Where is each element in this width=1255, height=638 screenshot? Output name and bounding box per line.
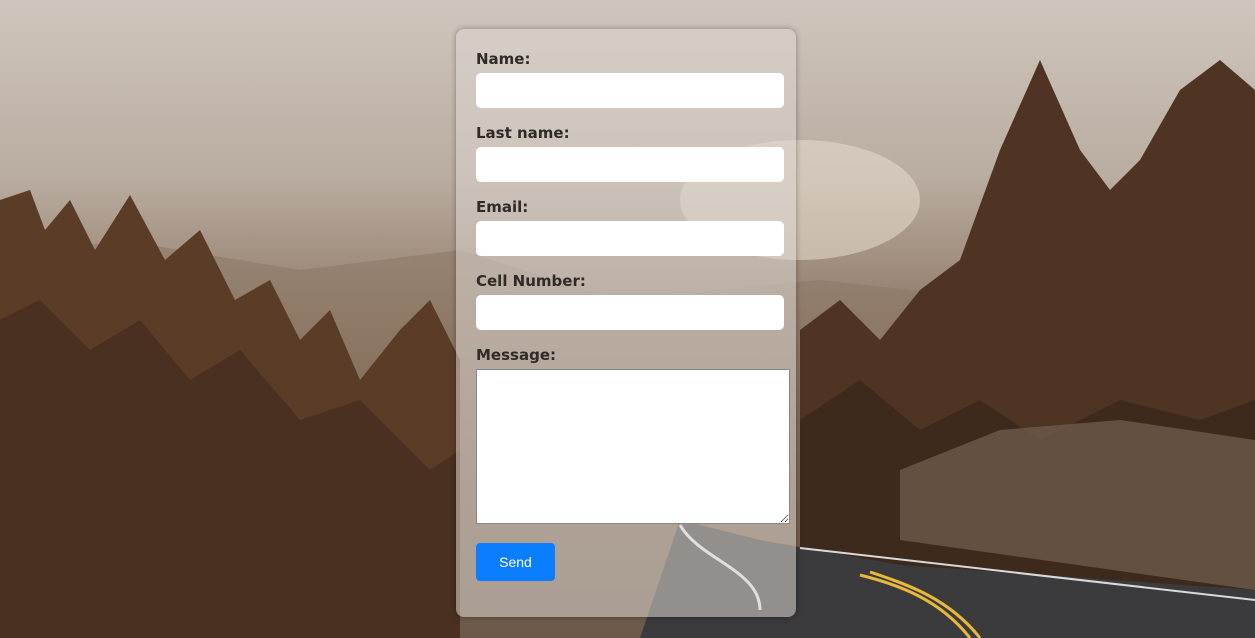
send-button[interactable]: Send: [476, 543, 555, 581]
contact-form-card: Name: Last name: Email: Cell Number: Mes…: [456, 29, 796, 617]
name-input[interactable]: [476, 73, 784, 108]
message-label: Message:: [476, 346, 556, 364]
cell-number-input[interactable]: [476, 295, 784, 330]
message-textarea[interactable]: [476, 369, 790, 524]
email-label: Email:: [476, 198, 529, 216]
last-name-input[interactable]: [476, 147, 784, 182]
name-label: Name:: [476, 50, 531, 68]
email-input[interactable]: [476, 221, 784, 256]
last-name-label: Last name:: [476, 124, 570, 142]
cell-number-label: Cell Number:: [476, 272, 586, 290]
